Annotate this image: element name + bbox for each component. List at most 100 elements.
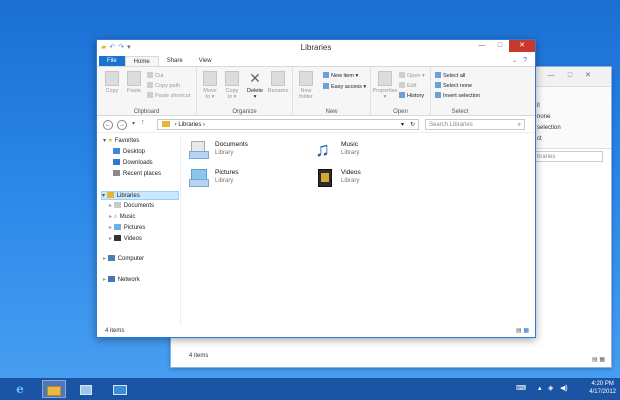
new-item-button[interactable]: New item ▾ (323, 72, 358, 80)
documents-library-icon (189, 141, 209, 159)
edit-button[interactable]: Edit (399, 82, 416, 90)
help-icon[interactable]: ? (523, 57, 527, 64)
show-hidden-icons-icon[interactable]: ▴ (538, 384, 542, 392)
minimize-button[interactable]: — (473, 40, 491, 52)
tab-home[interactable]: Home (124, 56, 159, 66)
new-folder-icon (299, 71, 313, 86)
file-explorer-icon[interactable] (42, 380, 66, 398)
properties-button[interactable]: Properties ▾ (372, 71, 398, 100)
control-panel-icon[interactable] (74, 380, 98, 398)
bg-minimize-button[interactable]: — (546, 71, 556, 80)
invert-selection-button[interactable]: Invert selection (435, 92, 480, 100)
library-item-videos[interactable]: Videos Library (315, 169, 361, 187)
copy-path-button[interactable]: Copy path (147, 82, 180, 90)
collapse-arrow-icon[interactable]: ▸ (109, 214, 112, 220)
nav-libraries[interactable]: ▾ Libraries (101, 191, 179, 200)
easy-access-label: Easy access ▾ (331, 84, 367, 90)
nav-network[interactable]: ▸ Network (103, 276, 140, 283)
nav-recent-places[interactable]: Recent places (113, 170, 161, 177)
open-group-label: Open (393, 109, 408, 115)
collapse-arrow-icon[interactable]: ▸ (103, 277, 106, 283)
bg-close-button[interactable]: ✕ (583, 71, 593, 80)
new-item-label: New item ▾ (331, 73, 359, 79)
nav-documents[interactable]: ▸ Documents (109, 202, 154, 209)
expand-ribbon-icon[interactable]: ⌄ (512, 57, 517, 64)
forward-button[interactable]: → (117, 120, 127, 130)
volume-icon[interactable]: ◀) (560, 384, 568, 392)
select-group: Select all Select none Invert selection … (431, 67, 489, 116)
refresh-icon[interactable]: ↻ (410, 120, 415, 130)
select-all-button[interactable]: Select all (435, 72, 465, 80)
nav-music[interactable]: ▸ ♪ Music (109, 213, 135, 220)
tab-file[interactable]: File (99, 56, 125, 66)
keyboard-icon[interactable]: ⌨ (516, 384, 526, 392)
close-button[interactable]: ✕ (509, 40, 535, 52)
library-name: Documents (215, 141, 248, 148)
easy-access-button[interactable]: Easy access ▾ (323, 83, 366, 91)
recent-locations-icon[interactable]: ▾ (132, 120, 135, 127)
collapse-arrow-icon[interactable]: ▸ (109, 225, 112, 231)
bg-ribbon-item[interactable]: none (537, 114, 550, 120)
nav-pictures[interactable]: ▸ Pictures (109, 224, 145, 231)
details-view-icon[interactable]: ▤ (516, 328, 522, 334)
internet-explorer-icon[interactable]: e (8, 380, 32, 398)
copy-to-button[interactable]: Copy to ▾ (221, 71, 243, 100)
library-item-documents[interactable]: Documents Library (189, 141, 248, 159)
music-library-icon: ♫ (315, 139, 330, 161)
paste-button[interactable]: Paste (123, 71, 145, 94)
copy-button[interactable]: Copy (101, 71, 123, 94)
nav-computer[interactable]: ▸ Computer (103, 255, 144, 262)
remote-desktop-icon[interactable] (108, 380, 132, 398)
open-group: Properties ▾ Open ▾ Edit History Open (371, 67, 431, 116)
expand-arrow-icon[interactable]: ▾ (103, 138, 106, 144)
nav-libraries-label: Libraries (116, 193, 140, 199)
address-path: Libraries (178, 122, 202, 128)
nav-videos[interactable]: ▸ Videos (109, 235, 142, 242)
bg-ribbon-item[interactable]: ll (537, 103, 540, 109)
network-icon (107, 276, 115, 282)
properties-icon (378, 71, 392, 86)
select-none-button[interactable]: Select none (435, 82, 472, 90)
address-dropdown-icon[interactable]: ▾ (401, 120, 404, 130)
rename-button[interactable]: Rename (267, 71, 289, 94)
collapse-arrow-icon[interactable]: ▸ (109, 203, 112, 209)
address-input[interactable]: › Libraries › ▾ ↻ (157, 119, 419, 130)
bg-ribbon-item[interactable]: selection (537, 125, 561, 131)
library-item-pictures[interactable]: Pictures Library (189, 169, 238, 187)
library-item-music[interactable]: ♫ Music Library (315, 139, 359, 161)
library-type: Library (341, 178, 360, 184)
search-input[interactable]: Search Libraries ⌕ (425, 119, 525, 130)
file-list: Documents Library ♫ Music Library Pictur… (183, 135, 535, 325)
scissors-icon (147, 72, 153, 78)
back-button[interactable]: ← (103, 120, 113, 130)
paste-shortcut-button[interactable]: Paste shortcut (147, 92, 190, 100)
bg-search-input[interactable]: braries (533, 151, 603, 162)
bg-maximize-button[interactable]: □ (565, 71, 575, 80)
collapse-arrow-icon[interactable]: ▸ (109, 236, 112, 242)
cut-button[interactable]: Cut (147, 72, 164, 80)
expand-arrow-icon[interactable]: ▾ (102, 193, 105, 199)
nav-downloads[interactable]: Downloads (113, 159, 153, 166)
move-to-button[interactable]: Move to ▾ (199, 71, 221, 100)
delete-button[interactable]: ✕ Delete ▾ (244, 71, 266, 101)
search-icon[interactable]: ⌕ (518, 120, 521, 130)
tab-share[interactable]: Share (159, 56, 191, 66)
titlebar[interactable]: ▰ ↶ ↷ ▾ Libraries — □ ✕ (97, 40, 535, 56)
explorer-window: ▰ ↶ ↷ ▾ Libraries — □ ✕ File Home Share … (96, 39, 536, 338)
favorites-star-icon: ★ (107, 138, 114, 144)
new-folder-button[interactable]: New folder (295, 71, 317, 100)
bg-view-icons[interactable]: ▤ ▦ (592, 356, 605, 363)
collapse-arrow-icon[interactable]: ▸ (103, 256, 106, 262)
clock[interactable]: 4:20 PM 4/17/2012 (589, 380, 616, 396)
copy-path-label: Copy path (155, 83, 181, 89)
library-name: Music (341, 141, 358, 148)
nav-desktop[interactable]: Desktop (113, 148, 145, 155)
nav-favorites[interactable]: ▾ ★ Favorites (103, 137, 139, 144)
up-arrow-icon[interactable]: ↑ (141, 119, 145, 126)
open-button[interactable]: Open ▾ (399, 72, 425, 80)
history-button[interactable]: History (399, 92, 424, 100)
large-icons-view-icon[interactable]: ▦ (523, 328, 529, 334)
network-tray-icon[interactable]: ◈ (548, 384, 553, 392)
maximize-button[interactable]: □ (491, 40, 509, 52)
tab-view[interactable]: View (191, 56, 220, 66)
